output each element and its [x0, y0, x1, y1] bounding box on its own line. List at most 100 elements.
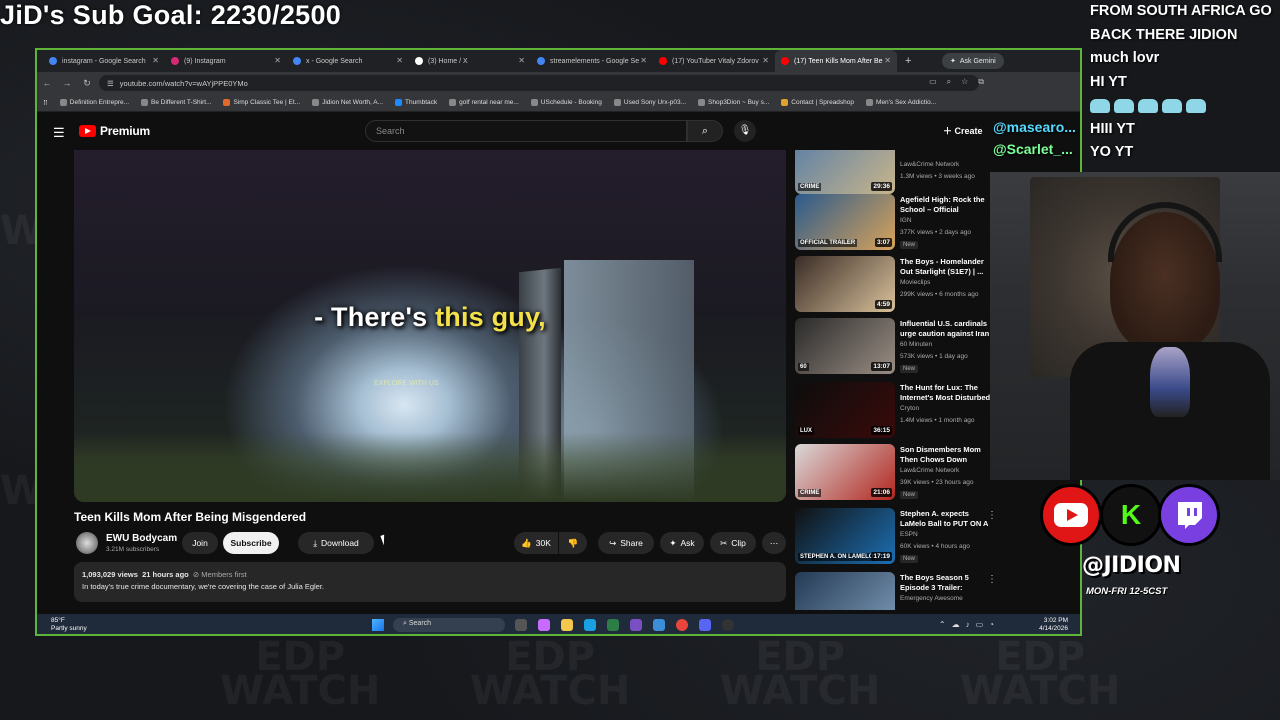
recommended-title[interactable]: Stephen A. expects LaMelo Ball to PUT ON…	[900, 509, 992, 530]
recommended-title[interactable]: Son Dismembers Mom Then Chows Down Chick…	[900, 445, 992, 466]
site-info-icon[interactable]: ☰	[107, 79, 114, 88]
system-tray[interactable]: ⌃☁♪▭◔	[939, 620, 1000, 629]
close-tab-icon[interactable]: ✕	[640, 56, 647, 65]
file-explorer-icon[interactable]	[561, 619, 573, 631]
extensions-icon[interactable]: ⧉	[978, 77, 984, 87]
app-icon[interactable]	[630, 619, 642, 631]
recommended-video[interactable]: BOYSThe Boys Season 5 Episode 3 Trailer:…	[795, 572, 995, 610]
video-thumbnail[interactable]: STEPHEN A. ON LAMELO 17:19	[795, 508, 895, 564]
browser-tab[interactable]: instagram - Google Search ✕	[43, 50, 165, 72]
close-tab-icon[interactable]: ✕	[884, 56, 891, 65]
bookmark-item[interactable]: Shop3Dion ~ Buy s...	[698, 99, 769, 106]
new-tab-button[interactable]: +	[897, 55, 919, 67]
recommended-title[interactable]: The Boys - Homelander Out Starlight (S1E…	[900, 257, 992, 278]
back-icon[interactable]: ←	[37, 78, 57, 88]
reload-icon[interactable]: ↻	[77, 78, 97, 89]
discord-icon[interactable]	[699, 619, 711, 631]
bookmark-item[interactable]: Thumbtack	[395, 99, 437, 106]
recommended-video[interactable]: CRIME 29:36 Law&Crime Network 1.3M views • …	[795, 150, 995, 200]
join-button[interactable]: Join	[182, 532, 218, 554]
recommended-video[interactable]: 60 13:07 Influential U.S. cardinals urge c…	[795, 318, 995, 380]
more-vertical-icon[interactable]: ⋮	[987, 510, 995, 521]
browser-tab[interactable]: (3) Home / X ✕	[409, 50, 531, 72]
bookmark-item[interactable]: golf rental near me...	[449, 99, 519, 106]
close-tab-icon[interactable]: ✕	[518, 56, 525, 65]
video-thumbnail[interactable]: LUX 36:15	[795, 382, 895, 438]
bookmark-item[interactable]: Be Different T-Shirt...	[141, 99, 211, 106]
taskbar-search[interactable]: ⌕ Search	[393, 618, 505, 632]
dislike-button[interactable]: 👎	[559, 532, 587, 554]
chrome-icon[interactable]	[676, 619, 688, 631]
windows-start-icon[interactable]	[372, 619, 384, 631]
weather-widget[interactable]: 85°F Partly sunny	[51, 617, 87, 633]
url-field[interactable]: ☰ youtube.com/watch?v=wAYjPPE0YMo	[99, 75, 979, 91]
more-vertical-icon[interactable]: ⋮	[987, 574, 995, 585]
zoom-icon[interactable]: ⌕	[947, 77, 951, 87]
browser-tab[interactable]: streamelements - Google Se ✕	[531, 50, 653, 72]
ask-button[interactable]: ✦ Ask	[660, 532, 704, 554]
subscribe-button[interactable]: Subscribe	[223, 532, 279, 554]
recommended-channel[interactable]: Law&Crime Network	[900, 161, 959, 168]
menu-icon[interactable]: ☰	[53, 125, 65, 141]
edge-icon[interactable]	[584, 619, 596, 631]
recommended-title[interactable]	[900, 150, 992, 160]
recommended-channel[interactable]: ESPN	[900, 531, 918, 538]
close-tab-icon[interactable]: ✕	[152, 56, 159, 65]
recommended-video[interactable]: STEPHEN A. ON LAMELO 17:19 Stephen A. expe…	[795, 508, 995, 570]
search-button[interactable]: ⌕	[687, 120, 723, 142]
close-tab-icon[interactable]: ✕	[274, 56, 281, 65]
recommended-video[interactable]: OFFICIAL TRAILER 3:07 Agefield High: Rock …	[795, 194, 995, 256]
bookmark-item[interactable]: Used Sony Urx-p03...	[613, 99, 686, 106]
voice-search-button[interactable]: 🎙	[734, 120, 756, 142]
recommended-video[interactable]: CRIME 21:06 Son Dismembers Mom Then Chows …	[795, 444, 995, 506]
bookmark-item[interactable]: Men's Sex Addictio...	[866, 99, 936, 106]
bookmark-star-icon[interactable]: ☆	[961, 77, 968, 87]
recommended-channel[interactable]: Emergency Awesome	[900, 595, 963, 602]
close-tab-icon[interactable]: ✕	[762, 56, 769, 65]
recommended-channel[interactable]: Law&Crime Network	[900, 467, 959, 474]
recommended-channel[interactable]: IGN	[900, 217, 912, 224]
obs-icon[interactable]	[722, 619, 734, 631]
bookmark-item[interactable]: USchedule - Booking	[530, 99, 602, 106]
bookmark-item[interactable]: Definition Entrepre...	[59, 99, 129, 106]
description-box[interactable]: 1,093,029 views 21 hours ago ⊘ Members f…	[74, 562, 786, 602]
recommended-video[interactable]: 4:59 The Boys - Homelander Out Starlight …	[795, 256, 995, 318]
video-player[interactable]: EXPLORE WITH US - There's this guy,	[74, 150, 786, 502]
recommended-channel[interactable]: Movieclips	[900, 279, 930, 286]
create-button[interactable]: ＋ Create	[943, 124, 983, 137]
more-actions-button[interactable]: ⋯	[762, 532, 786, 554]
bookmark-item[interactable]: Contact | Spreadshop	[781, 99, 854, 106]
taskbar-clock[interactable]: 3:02 PM 4/14/2026	[1039, 617, 1068, 633]
video-thumbnail[interactable]: OFFICIAL TRAILER 3:07	[795, 194, 895, 250]
recommended-video[interactable]: LUX 36:15 The Hunt for Lux: The Internet's…	[795, 382, 995, 444]
app-icon[interactable]	[653, 619, 665, 631]
browser-tab[interactable]: x - Google Search ✕	[287, 50, 409, 72]
video-thumbnail[interactable]: BOYS	[795, 572, 895, 610]
recommended-title[interactable]: Influential U.S. cardinals urge caution …	[900, 319, 992, 340]
channel-avatar[interactable]	[76, 532, 98, 554]
browser-tab[interactable]: (9) Instagram ✕	[165, 50, 287, 72]
apps-grid-icon[interactable]: ⠿	[43, 99, 48, 107]
clip-button[interactable]: ✂ Clip	[710, 532, 756, 554]
recommended-channel[interactable]: 60 Minuten	[900, 341, 932, 348]
video-thumbnail[interactable]: CRIME 21:06	[795, 444, 895, 500]
ask-gemini-button[interactable]: ✦ Ask Gemini	[942, 53, 1004, 69]
cast-icon[interactable]: ▭	[929, 77, 937, 87]
video-thumbnail[interactable]: 4:59	[795, 256, 895, 312]
channel-name[interactable]: EWU Bodycam	[106, 533, 177, 544]
task-view-icon[interactable]	[515, 619, 527, 631]
video-thumbnail[interactable]: CRIME 29:36	[795, 150, 895, 194]
close-tab-icon[interactable]: ✕	[396, 56, 403, 65]
browser-tab-active[interactable]: (17) Teen Kills Mom After Be ✕	[775, 50, 897, 72]
app-icon[interactable]	[607, 619, 619, 631]
recommended-title[interactable]: The Boys Season 5 Episode 3 Trailer: Hom…	[900, 573, 992, 594]
forward-icon[interactable]: →	[57, 78, 77, 88]
copilot-icon[interactable]	[538, 619, 550, 631]
youtube-premium-logo[interactable]: Premium	[79, 124, 150, 138]
browser-tab[interactable]: (17) YouTuber Vitaly Zdorov ✕	[653, 50, 775, 72]
recommended-title[interactable]: The Hunt for Lux: The Internet's Most Di…	[900, 383, 992, 404]
download-button[interactable]: ⤓ Download	[298, 532, 374, 554]
share-button[interactable]: ↪ Share	[598, 532, 654, 554]
recommended-title[interactable]: Agefield High: Rock the School – Officia…	[900, 195, 992, 216]
recommended-channel[interactable]: Cryton	[900, 405, 919, 412]
